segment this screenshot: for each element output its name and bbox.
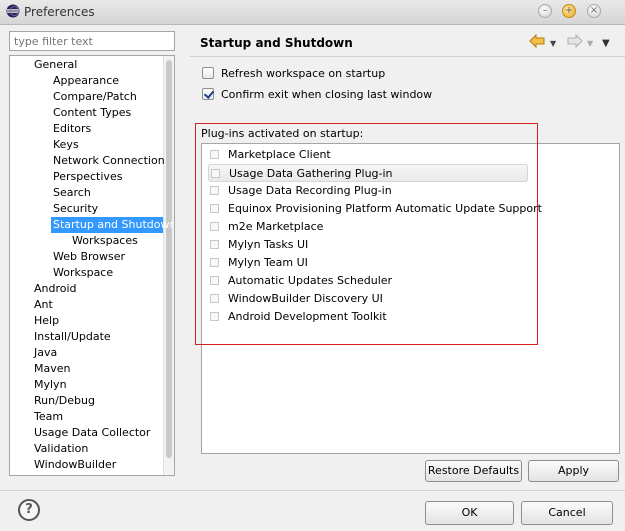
tree-item[interactable]: Java xyxy=(34,345,57,361)
tree-item[interactable]: Help xyxy=(34,313,59,329)
plugin-label: m2e Marketplace xyxy=(228,220,324,233)
preference-tree[interactable]: General Appearance Compare/Patch Content Ty… xyxy=(9,55,175,476)
confirm-exit-checkbox[interactable] xyxy=(202,88,214,100)
plugin-checkbox[interactable] xyxy=(211,169,220,178)
plugin-checkbox[interactable] xyxy=(210,150,219,159)
plugin-checkbox[interactable] xyxy=(210,276,219,285)
ok-button[interactable]: OK xyxy=(425,501,514,525)
minimize-button[interactable]: – xyxy=(538,4,552,18)
eclipse-icon xyxy=(6,4,20,18)
restore-defaults-button[interactable]: Restore Defaults xyxy=(425,460,522,482)
plugin-item[interactable]: WindowBuilder Discovery UI xyxy=(208,290,538,308)
plugins-list[interactable]: Marketplace Client Usage Data Gathering P… xyxy=(201,143,620,454)
plugin-item[interactable]: Automatic Updates Scheduler xyxy=(208,272,538,290)
tree-item[interactable]: Mylyn xyxy=(34,377,67,393)
tree-item[interactable]: Team xyxy=(34,409,63,425)
plugins-label: Plug-ins activated on startup: xyxy=(201,127,364,140)
plugin-label: WindowBuilder Discovery UI xyxy=(228,292,383,305)
header-divider xyxy=(190,56,625,57)
refresh-workspace-checkbox[interactable] xyxy=(202,67,214,79)
tree-item[interactable]: Appearance xyxy=(53,73,119,89)
tree-item[interactable]: Web Browser xyxy=(53,249,125,265)
tree-item[interactable]: Android xyxy=(34,281,77,297)
window-title: Preferences xyxy=(24,5,95,19)
tree-item[interactable]: Security xyxy=(53,201,98,217)
plugin-item[interactable]: Marketplace Client xyxy=(208,146,538,164)
plugin-label: Mylyn Team UI xyxy=(228,256,308,269)
back-dropdown-icon[interactable]: ▼ xyxy=(550,39,556,48)
apply-button[interactable]: Apply xyxy=(528,460,619,482)
plugin-label: Equinox Provisioning Platform Automatic … xyxy=(228,202,542,215)
plugin-checkbox[interactable] xyxy=(210,186,219,195)
tree-item[interactable]: Validation xyxy=(34,441,88,457)
plugin-item[interactable]: Equinox Provisioning Platform Automatic … xyxy=(208,200,542,218)
tree-item[interactable]: Install/Update xyxy=(34,329,111,345)
tree-item[interactable]: Startup and Shutdown xyxy=(51,217,174,233)
forward-arrow-icon[interactable] xyxy=(566,33,584,49)
tree-item[interactable]: Compare/Patch xyxy=(53,89,137,105)
tree-item[interactable]: Run/Debug xyxy=(34,393,95,409)
tree-item[interactable]: Perspectives xyxy=(53,169,122,185)
plugin-label: Android Development Toolkit xyxy=(228,310,387,323)
tree-item[interactable]: Network Connection xyxy=(53,153,165,169)
tree-item[interactable]: Ant xyxy=(34,297,53,313)
plugin-item[interactable]: Mylyn Team UI xyxy=(208,254,538,272)
tree-item[interactable]: Workspaces xyxy=(72,233,138,249)
tree-scrollbar-thumb[interactable] xyxy=(166,60,172,458)
tree-item[interactable]: Editors xyxy=(53,121,91,137)
plugin-label: Automatic Updates Scheduler xyxy=(228,274,393,287)
filter-input[interactable] xyxy=(9,31,175,51)
plugin-item[interactable]: m2e Marketplace xyxy=(208,218,538,236)
plugin-item[interactable]: Mylyn Tasks UI xyxy=(208,236,538,254)
tree-item[interactable]: Maven xyxy=(34,361,70,377)
tree-item[interactable]: Usage Data Collector xyxy=(34,425,150,441)
plugin-label: Usage Data Gathering Plug-in xyxy=(229,167,393,180)
tree-scrollbar[interactable] xyxy=(163,56,174,475)
tree-item[interactable]: Workspace xyxy=(53,265,113,281)
forward-dropdown-icon[interactable]: ▼ xyxy=(587,39,593,48)
tree-item[interactable]: WindowBuilder xyxy=(34,457,116,473)
page-title: Startup and Shutdown xyxy=(200,36,353,50)
tree-item[interactable]: General xyxy=(34,57,77,73)
plugin-item[interactable]: Android Development Toolkit xyxy=(208,308,538,326)
plugin-label: Usage Data Recording Plug-in xyxy=(228,184,392,197)
close-button[interactable]: × xyxy=(587,4,601,18)
plugin-item[interactable]: Usage Data Recording Plug-in xyxy=(208,182,538,200)
tree-item[interactable]: Content Types xyxy=(53,105,131,121)
plugin-label: Mylyn Tasks UI xyxy=(228,238,309,251)
confirm-exit-label: Confirm exit when closing last window xyxy=(221,88,433,101)
plugin-checkbox[interactable] xyxy=(210,240,219,249)
tree-item[interactable]: Keys xyxy=(53,137,79,153)
plugin-checkbox[interactable] xyxy=(210,312,219,321)
tree-item[interactable]: Search xyxy=(53,185,91,201)
help-icon[interactable]: ? xyxy=(18,499,40,521)
plugin-checkbox[interactable] xyxy=(210,222,219,231)
maximize-button[interactable]: + xyxy=(562,4,576,18)
plugin-item[interactable]: Usage Data Gathering Plug-in xyxy=(208,164,528,182)
back-arrow-icon[interactable] xyxy=(528,33,546,49)
plugin-label: Marketplace Client xyxy=(228,148,331,161)
plugin-checkbox[interactable] xyxy=(210,258,219,267)
view-menu-icon[interactable]: ▼ xyxy=(602,38,610,49)
footer-divider xyxy=(0,490,625,491)
title-bar: Preferences – + × xyxy=(0,0,625,25)
plugin-checkbox[interactable] xyxy=(210,204,219,213)
plugin-checkbox[interactable] xyxy=(210,294,219,303)
refresh-workspace-label: Refresh workspace on startup xyxy=(221,67,386,80)
cancel-button[interactable]: Cancel xyxy=(521,501,613,525)
